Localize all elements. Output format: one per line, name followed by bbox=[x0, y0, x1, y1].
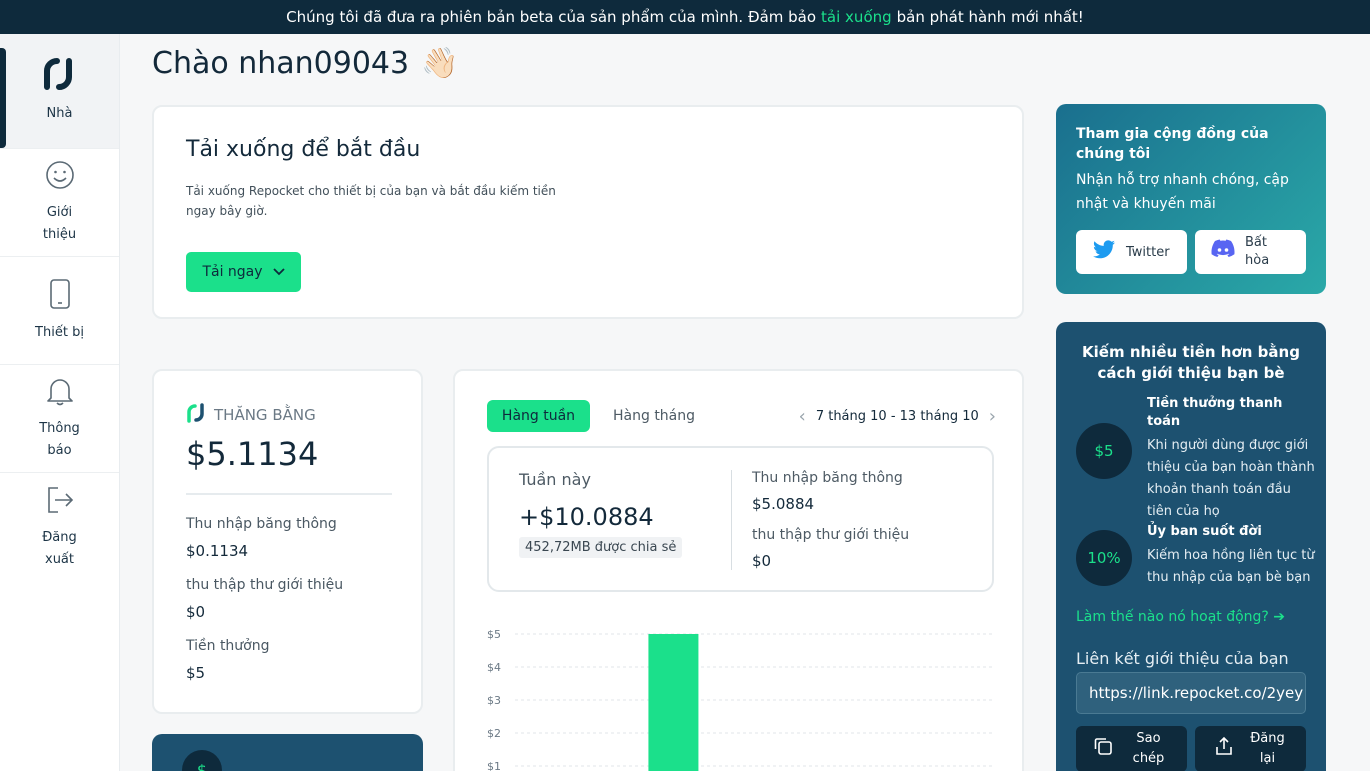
chart-y-tick-label: $1 bbox=[487, 760, 501, 771]
banner-text: Chúng tôi đã đưa ra phiên bản beta của s… bbox=[286, 8, 817, 26]
referral-earnings-value: $0 bbox=[752, 552, 772, 570]
sidebar-item-notifications[interactable]: Thông báo bbox=[0, 365, 119, 473]
discord-icon bbox=[1211, 239, 1235, 265]
this-week-label: Tuần này bbox=[519, 470, 591, 489]
banner-download-link[interactable]: tải xuống bbox=[821, 8, 892, 26]
bandwidth-label: Thu nhập băng thông bbox=[752, 470, 903, 486]
weekly-summary: Tuần này +$10.0884 452,72MB được chia sẻ… bbox=[487, 446, 994, 592]
dollar-coin-icon: $ bbox=[182, 750, 222, 771]
date-range-picker: ‹ 7 tháng 10 - 13 tháng 10 › bbox=[799, 400, 996, 432]
sidebar-item-referral[interactable]: Giới thiệu bbox=[0, 149, 119, 257]
balance-heading-label: THĂNG BẰNG bbox=[214, 406, 316, 424]
earnings-card: Hàng tuần Hàng tháng ‹ 7 tháng 10 - 13 t… bbox=[453, 369, 1024, 771]
download-card: Tải xuống để bắt đầu Tải xuống Repocket … bbox=[152, 105, 1024, 319]
how-it-works-link[interactable]: Làm thế nào nó hoạt động? ➔ bbox=[1076, 609, 1285, 625]
divider bbox=[731, 470, 732, 570]
balance-amount: $5.1134 bbox=[186, 435, 319, 473]
chart-bar bbox=[648, 634, 699, 771]
community-card: Tham gia cộng đồng của chúng tôi Nhận hỗ… bbox=[1056, 104, 1326, 294]
sidebar-item-label: Thiết bị bbox=[35, 324, 84, 340]
chart-y-tick-label: $4 bbox=[487, 661, 501, 674]
logo-icon bbox=[43, 57, 77, 95]
lifetime-description: Kiếm hoa hồng liên tục từ thu nhập của b… bbox=[1147, 548, 1315, 585]
download-now-button[interactable]: Tải ngay bbox=[186, 252, 301, 292]
balance-row-label: Thu nhập băng thông bbox=[186, 516, 337, 532]
divider bbox=[186, 493, 392, 495]
share-label: Đăng lại bbox=[1250, 731, 1285, 766]
tab-monthly[interactable]: Hàng tháng bbox=[613, 400, 695, 432]
shared-data-badge: 452,72MB được chia sẻ bbox=[519, 537, 683, 558]
community-title: Tham gia cộng đồng của chúng tôi bbox=[1076, 126, 1269, 162]
sidebar-item-label: Đăng xuất bbox=[42, 530, 77, 567]
referral-link-input[interactable] bbox=[1076, 672, 1306, 714]
lifetime-circle: 10% bbox=[1076, 530, 1132, 586]
sidebar: Nhà Giới thiệu Thiết bị Thông báo Đăng x… bbox=[0, 34, 120, 771]
download-title: Tải xuống để bắt đầu bbox=[186, 137, 421, 162]
balance-card: THĂNG BẰNG $5.1134 Thu nhập băng thông $… bbox=[152, 369, 423, 714]
payout-card: $ bbox=[152, 734, 423, 771]
brand-mini-icon bbox=[186, 403, 206, 427]
greeting-text: Chào nhan09043 bbox=[152, 46, 410, 81]
referral-title: Kiếm nhiều tiền hơn bằng cách giới thiệu… bbox=[1082, 343, 1300, 382]
this-week-amount: +$10.0884 bbox=[519, 503, 654, 531]
balance-row-value: $0 bbox=[186, 603, 206, 621]
sidebar-item-label: Thông báo bbox=[39, 420, 80, 458]
page-title: Chào nhan09043 👋🏻 bbox=[152, 46, 458, 81]
bell-icon bbox=[46, 376, 74, 410]
copy-button[interactable]: Sao chép bbox=[1076, 726, 1187, 771]
chart-y-tick-label: $5 bbox=[487, 628, 501, 641]
chevron-right-icon[interactable]: › bbox=[989, 406, 996, 427]
sidebar-item-home[interactable]: Nhà bbox=[0, 34, 119, 149]
banner-text-end: bản phát hành mới nhất! bbox=[896, 8, 1084, 26]
balance-breakdown: Thu nhập băng thông $0.1134 thu thập thư… bbox=[186, 515, 343, 698]
sidebar-item-label: Nhà bbox=[46, 106, 73, 121]
referral-card: Kiếm nhiều tiền hơn bằng cách giới thiệu… bbox=[1056, 322, 1326, 771]
bonus-circle: $5 bbox=[1076, 423, 1132, 479]
discord-button[interactable]: Bất hòa bbox=[1195, 230, 1306, 274]
share-button[interactable]: Đăng lại bbox=[1195, 726, 1306, 771]
bonus-title: Tiền thưởng thanh toán bbox=[1147, 396, 1283, 429]
balance-row-label: thu thập thư giới thiệu bbox=[186, 577, 344, 593]
bandwidth-value: $5.0884 bbox=[752, 495, 815, 513]
referral-earnings-label: thu thập thư giới thiệu bbox=[752, 527, 910, 543]
chart-y-tick-label: $3 bbox=[487, 694, 501, 707]
lifetime-title: Ủy ban suốt đời bbox=[1147, 524, 1262, 539]
copy-icon bbox=[1093, 736, 1113, 763]
twitter-icon bbox=[1092, 240, 1116, 264]
wave-icon: 👋🏻 bbox=[421, 46, 459, 81]
date-range-label: 7 tháng 10 - 13 tháng 10 bbox=[815, 408, 979, 424]
chevron-left-icon[interactable]: ‹ bbox=[799, 406, 806, 427]
phone-icon bbox=[49, 278, 71, 314]
download-description: Tải xuống Repocket cho thiết bị của bạn … bbox=[186, 184, 556, 218]
earnings-bar-chart: $5 $4 $3 $2 $1 bbox=[487, 628, 993, 771]
smile-icon bbox=[45, 160, 75, 194]
download-button-label: Tải ngay bbox=[202, 264, 263, 280]
referral-lifetime-row: 10% Ủy ban suốt đời Kiếm hoa hồng liên t… bbox=[1076, 523, 1316, 593]
discord-label: Bất hòa bbox=[1245, 235, 1270, 268]
twitter-button[interactable]: Twitter bbox=[1076, 230, 1187, 274]
balance-row-value: $5 bbox=[186, 664, 206, 682]
announcement-banner: Chúng tôi đã đưa ra phiên bản beta của s… bbox=[0, 0, 1370, 34]
copy-label: Sao chép bbox=[1132, 731, 1165, 766]
balance-heading: THĂNG BẰNG bbox=[186, 403, 316, 427]
chevron-down-icon bbox=[272, 264, 285, 280]
logout-icon bbox=[45, 485, 75, 519]
referral-bonus-row: $5 Tiền thưởng thanh toán Khi người dùng… bbox=[1076, 395, 1316, 519]
share-icon bbox=[1214, 736, 1234, 763]
bonus-description: Khi người dùng được giới thiệu của bạn h… bbox=[1147, 438, 1315, 519]
referral-link-label: Liên kết giới thiệu của bạn bbox=[1076, 649, 1289, 668]
sidebar-item-label: Giới thiệu bbox=[42, 204, 77, 242]
chart-y-tick-label: $2 bbox=[487, 727, 501, 740]
tab-weekly[interactable]: Hàng tuần bbox=[487, 400, 590, 432]
balance-row-label: Tiền thưởng bbox=[186, 638, 270, 654]
sidebar-item-devices[interactable]: Thiết bị bbox=[0, 257, 119, 365]
twitter-label: Twitter bbox=[1126, 244, 1170, 260]
community-subtitle: Nhận hỗ trợ nhanh chóng, cập nhật và khu… bbox=[1076, 172, 1289, 212]
sidebar-item-logout[interactable]: Đăng xuất bbox=[0, 473, 119, 583]
balance-row-value: $0.1134 bbox=[186, 542, 249, 560]
